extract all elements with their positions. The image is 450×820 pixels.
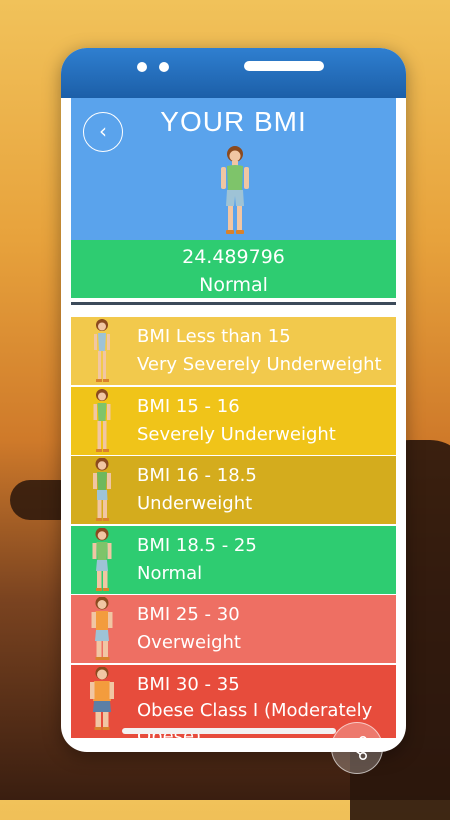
phone-top-bar [61, 48, 406, 98]
bmi-result-panel: 24.489796 Normal [71, 240, 396, 298]
bmi-status: Normal [199, 274, 268, 296]
category-label: Severely Underweight [137, 423, 336, 445]
bmi-category-row[interactable]: BMI 15 - 16 Severely Underweight [71, 386, 396, 455]
sensor-dot [159, 62, 169, 72]
bmi-value: 24.489796 [182, 246, 285, 268]
category-range: BMI 15 - 16 [137, 395, 240, 417]
bmi-category-row[interactable]: BMI 25 - 30 Overweight [71, 595, 396, 663]
category-range: BMI 16 - 18.5 [137, 465, 257, 486]
category-range: BMI 30 - 35 [137, 673, 240, 695]
person-figure-icon [93, 388, 111, 452]
speaker-slot [244, 61, 324, 71]
category-label: Underweight [137, 493, 253, 514]
home-indicator[interactable] [122, 728, 336, 734]
person-figure-icon [221, 146, 249, 234]
bmi-category-row[interactable]: BMI 18.5 - 25 Normal [71, 525, 396, 594]
category-label: Normal [137, 562, 203, 584]
person-figure-icon [93, 458, 111, 521]
camera-dot [137, 62, 147, 72]
category-range: BMI 25 - 30 [137, 604, 240, 625]
share-button[interactable] [331, 722, 383, 774]
divider [71, 302, 396, 305]
category-range: BMI 18.5 - 25 [137, 534, 257, 556]
person-figure-icon [90, 666, 114, 730]
person-figure-icon [92, 527, 112, 591]
share-icon [347, 736, 367, 760]
person-figure-icon [91, 597, 113, 660]
category-label: Overweight [137, 632, 241, 653]
category-range: BMI Less than 15 [137, 326, 291, 347]
category-label: Very Severely Underweight [137, 354, 382, 375]
app-screen: ‹ YOUR BMI 24.489796 Normal BMI Less tha… [69, 98, 398, 738]
bmi-category-row[interactable]: BMI 16 - 18.5 Underweight [71, 456, 396, 524]
phone-frame: ‹ YOUR BMI 24.489796 Normal BMI Less tha… [61, 48, 406, 752]
page-title: YOUR BMI [160, 106, 307, 137]
person-figure-icon [94, 319, 110, 382]
bmi-category-row[interactable]: BMI Less than 15 Very Severely Underweig… [71, 317, 396, 385]
bmi-header: ‹ YOUR BMI 24.489796 Normal [71, 98, 396, 298]
bmi-category-list: BMI Less than 15 Very Severely Underweig… [71, 317, 396, 738]
